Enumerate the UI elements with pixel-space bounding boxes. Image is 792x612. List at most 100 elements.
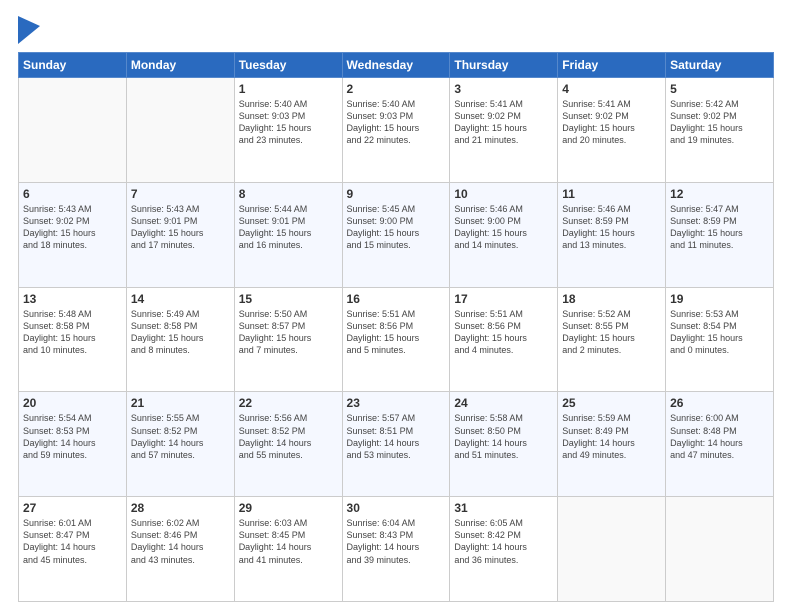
day-info: Sunrise: 6:05 AM Sunset: 8:42 PM Dayligh… (454, 517, 553, 566)
day-number: 7 (131, 187, 230, 201)
calendar-cell (126, 78, 234, 183)
day-number: 13 (23, 292, 122, 306)
calendar-cell: 17 Sunrise: 5:51 AM Sunset: 8:56 PM Dayli… (450, 287, 558, 392)
day-number: 24 (454, 396, 553, 410)
calendar-cell: 30 Sunrise: 6:04 AM Sunset: 8:43 PM Dayli… (342, 497, 450, 602)
day-info: Sunrise: 5:57 AM Sunset: 8:51 PM Dayligh… (347, 412, 446, 461)
calendar-cell: 5Sunrise: 5:42 AM Sunset: 9:02 PM Daylig… (666, 78, 774, 183)
day-number: 8 (239, 187, 338, 201)
calendar-cell: 21Sunrise: 5:55 AM Sunset: 8:52 PM Dayli… (126, 392, 234, 497)
calendar-cell (558, 497, 666, 602)
day-info: Sunrise: 5:41 AM Sunset: 9:02 PM Dayligh… (454, 98, 553, 147)
calendar-cell: 4 Sunrise: 5:41 AM Sunset: 9:02 PM Daylig… (558, 78, 666, 183)
weekday-header: Saturday (666, 53, 774, 78)
day-number: 11 (562, 187, 661, 201)
day-number: 1 (239, 82, 338, 96)
day-number: 23 (347, 396, 446, 410)
day-info: Sunrise: 5:41 AM Sunset: 9:02 PM Dayligh… (562, 98, 661, 147)
logo-icon (18, 16, 40, 44)
day-number: 18 (562, 292, 661, 306)
day-info: Sunrise: 6:02 AM Sunset: 8:46 PM Dayligh… (131, 517, 230, 566)
day-info: Sunrise: 5:58 AM Sunset: 8:50 PM Dayligh… (454, 412, 553, 461)
calendar-cell: 6 Sunrise: 5:43 AM Sunset: 9:02 PM Daylig… (19, 182, 127, 287)
day-number: 21 (131, 396, 230, 410)
calendar-cell: 12 Sunrise: 5:47 AM Sunset: 8:59 PM Dayli… (666, 182, 774, 287)
calendar-week-row: 1 Sunrise: 5:40 AM Sunset: 9:03 PM Daylig… (19, 78, 774, 183)
day-number: 10 (454, 187, 553, 201)
day-info: Sunrise: 5:51 AM Sunset: 8:56 PM Dayligh… (347, 308, 446, 357)
calendar-cell (19, 78, 127, 183)
weekday-header: Friday (558, 53, 666, 78)
day-number: 5 (670, 82, 769, 96)
page: SundayMondayTuesdayWednesdayThursdayFrid… (0, 0, 792, 612)
day-info: Sunrise: 5:43 AM Sunset: 9:01 PM Dayligh… (131, 203, 230, 252)
day-number: 14 (131, 292, 230, 306)
calendar-cell: 7 Sunrise: 5:43 AM Sunset: 9:01 PM Daylig… (126, 182, 234, 287)
day-info: Sunrise: 5:54 AM Sunset: 8:53 PM Dayligh… (23, 412, 122, 461)
calendar-cell: 25 Sunrise: 5:59 AM Sunset: 8:49 PM Dayli… (558, 392, 666, 497)
day-number: 2 (347, 82, 446, 96)
weekday-header: Tuesday (234, 53, 342, 78)
day-info: Sunrise: 6:03 AM Sunset: 8:45 PM Dayligh… (239, 517, 338, 566)
day-info: Sunrise: 5:59 AM Sunset: 8:49 PM Dayligh… (562, 412, 661, 461)
calendar-cell: 14Sunrise: 5:49 AM Sunset: 8:58 PM Dayli… (126, 287, 234, 392)
calendar-cell: 23 Sunrise: 5:57 AM Sunset: 8:51 PM Dayli… (342, 392, 450, 497)
day-info: Sunrise: 5:56 AM Sunset: 8:52 PM Dayligh… (239, 412, 338, 461)
weekday-header-row: SundayMondayTuesdayWednesdayThursdayFrid… (19, 53, 774, 78)
day-info: Sunrise: 5:46 AM Sunset: 9:00 PM Dayligh… (454, 203, 553, 252)
day-info: Sunrise: 6:00 AM Sunset: 8:48 PM Dayligh… (670, 412, 769, 461)
day-number: 3 (454, 82, 553, 96)
calendar-cell: 15 Sunrise: 5:50 AM Sunset: 8:57 PM Dayli… (234, 287, 342, 392)
header (18, 18, 774, 44)
day-info: Sunrise: 5:47 AM Sunset: 8:59 PM Dayligh… (670, 203, 769, 252)
calendar-week-row: 20 Sunrise: 5:54 AM Sunset: 8:53 PM Dayli… (19, 392, 774, 497)
calendar-cell: 29Sunrise: 6:03 AM Sunset: 8:45 PM Dayli… (234, 497, 342, 602)
day-number: 19 (670, 292, 769, 306)
day-info: Sunrise: 5:52 AM Sunset: 8:55 PM Dayligh… (562, 308, 661, 357)
day-info: Sunrise: 5:43 AM Sunset: 9:02 PM Dayligh… (23, 203, 122, 252)
calendar-week-row: 27Sunrise: 6:01 AM Sunset: 8:47 PM Dayli… (19, 497, 774, 602)
day-info: Sunrise: 5:53 AM Sunset: 8:54 PM Dayligh… (670, 308, 769, 357)
day-number: 25 (562, 396, 661, 410)
day-number: 17 (454, 292, 553, 306)
day-number: 12 (670, 187, 769, 201)
day-info: Sunrise: 5:40 AM Sunset: 9:03 PM Dayligh… (239, 98, 338, 147)
logo (18, 18, 42, 44)
day-number: 30 (347, 501, 446, 515)
calendar-cell: 1 Sunrise: 5:40 AM Sunset: 9:03 PM Daylig… (234, 78, 342, 183)
day-number: 15 (239, 292, 338, 306)
day-info: Sunrise: 5:50 AM Sunset: 8:57 PM Dayligh… (239, 308, 338, 357)
day-info: Sunrise: 5:46 AM Sunset: 8:59 PM Dayligh… (562, 203, 661, 252)
calendar-week-row: 6 Sunrise: 5:43 AM Sunset: 9:02 PM Daylig… (19, 182, 774, 287)
day-number: 27 (23, 501, 122, 515)
weekday-header: Wednesday (342, 53, 450, 78)
day-number: 20 (23, 396, 122, 410)
day-number: 22 (239, 396, 338, 410)
calendar-cell: 27Sunrise: 6:01 AM Sunset: 8:47 PM Dayli… (19, 497, 127, 602)
weekday-header: Sunday (19, 53, 127, 78)
day-info: Sunrise: 5:51 AM Sunset: 8:56 PM Dayligh… (454, 308, 553, 357)
day-info: Sunrise: 6:04 AM Sunset: 8:43 PM Dayligh… (347, 517, 446, 566)
calendar-cell: 22 Sunrise: 5:56 AM Sunset: 8:52 PM Dayli… (234, 392, 342, 497)
calendar-cell: 11 Sunrise: 5:46 AM Sunset: 8:59 PM Dayli… (558, 182, 666, 287)
calendar-table: SundayMondayTuesdayWednesdayThursdayFrid… (18, 52, 774, 602)
calendar-cell: 9Sunrise: 5:45 AM Sunset: 9:00 PM Daylig… (342, 182, 450, 287)
day-info: Sunrise: 5:45 AM Sunset: 9:00 PM Dayligh… (347, 203, 446, 252)
calendar-cell: 16 Sunrise: 5:51 AM Sunset: 8:56 PM Dayli… (342, 287, 450, 392)
calendar-cell: 13 Sunrise: 5:48 AM Sunset: 8:58 PM Dayli… (19, 287, 127, 392)
day-info: Sunrise: 5:40 AM Sunset: 9:03 PM Dayligh… (347, 98, 446, 147)
day-info: Sunrise: 5:48 AM Sunset: 8:58 PM Dayligh… (23, 308, 122, 357)
day-number: 6 (23, 187, 122, 201)
calendar-cell: 10 Sunrise: 5:46 AM Sunset: 9:00 PM Dayli… (450, 182, 558, 287)
day-number: 4 (562, 82, 661, 96)
weekday-header: Thursday (450, 53, 558, 78)
calendar-cell: 18 Sunrise: 5:52 AM Sunset: 8:55 PM Dayli… (558, 287, 666, 392)
calendar-cell: 2 Sunrise: 5:40 AM Sunset: 9:03 PM Daylig… (342, 78, 450, 183)
weekday-header: Monday (126, 53, 234, 78)
day-number: 16 (347, 292, 446, 306)
calendar-cell: 20 Sunrise: 5:54 AM Sunset: 8:53 PM Dayli… (19, 392, 127, 497)
day-number: 31 (454, 501, 553, 515)
calendar-cell: 26Sunrise: 6:00 AM Sunset: 8:48 PM Dayli… (666, 392, 774, 497)
calendar-cell: 19 Sunrise: 5:53 AM Sunset: 8:54 PM Dayli… (666, 287, 774, 392)
calendar-week-row: 13 Sunrise: 5:48 AM Sunset: 8:58 PM Dayli… (19, 287, 774, 392)
